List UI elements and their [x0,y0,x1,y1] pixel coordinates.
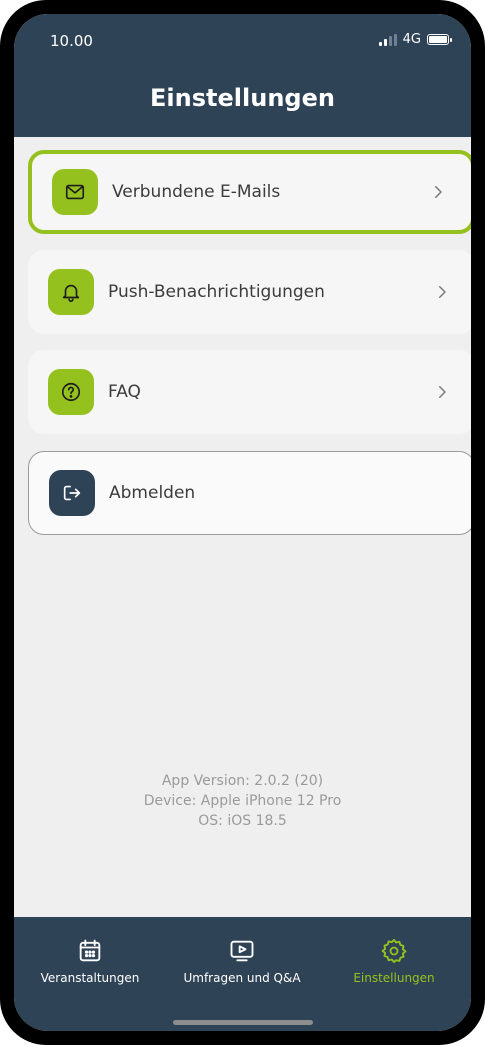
menu-item-label: Verbundene E-Mails [112,182,281,202]
menu-item-label: FAQ [108,382,141,402]
page-title: Einstellungen [150,84,335,112]
app-version: App Version: 2.0.2 (20) [161,773,324,789]
status-time: 10.00 [50,32,93,50]
menu-item-connected-emails[interactable]: Verbundene E-Mails [28,150,471,234]
signal-icon [378,33,397,46]
bell-icon [48,269,94,315]
logout-label: Abmelden [109,483,196,503]
phone-frame: 10.00 4G Einstellungen Verbundene E-Mail… [0,0,485,1045]
os-info: OS: iOS 18.5 [198,813,287,829]
chevron-right-icon [435,186,442,198]
menu-item-label: Push-Benachrichtigungen [108,282,325,302]
app-header: 10.00 4G Einstellungen [14,14,471,137]
device-info: Device: Apple iPhone 12 Pro [143,793,342,809]
screen: 10.00 4G Einstellungen Verbundene E-Mail… [14,14,471,1031]
tab-label: Einstellungen [353,971,435,985]
chevron-right-icon [439,286,446,298]
chevron-right-icon [439,386,446,398]
tab-bar: Veranstaltungen Umfragen und Q&A Einstel… [14,917,471,1031]
tab-label: Umfragen und Q&A [183,971,301,985]
menu-item-faq[interactable]: FAQ [28,350,471,434]
network-type: 4G [402,32,421,47]
tab-umfragen[interactable]: Umfragen und Q&A [166,937,318,985]
mail-icon [52,169,98,215]
play-screen-icon [230,940,254,962]
tab-veranstaltungen[interactable]: Veranstaltungen [14,937,166,985]
status-indicators: 4G [378,32,452,47]
home-indicator [172,1020,313,1025]
logout-icon [49,470,95,516]
calendar-icon [79,939,101,962]
gear-icon [381,938,407,964]
question-icon [48,369,94,415]
logout-button[interactable]: Abmelden [28,451,471,535]
tab-einstellungen[interactable]: Einstellungen [318,937,470,985]
tab-label: Veranstaltungen [40,971,140,985]
app-info: App Version: 2.0.2 (20) Device: Apple iP… [14,771,471,831]
menu-item-push-notifications[interactable]: Push-Benachrichtigungen [28,250,471,334]
battery-icon [427,34,452,45]
